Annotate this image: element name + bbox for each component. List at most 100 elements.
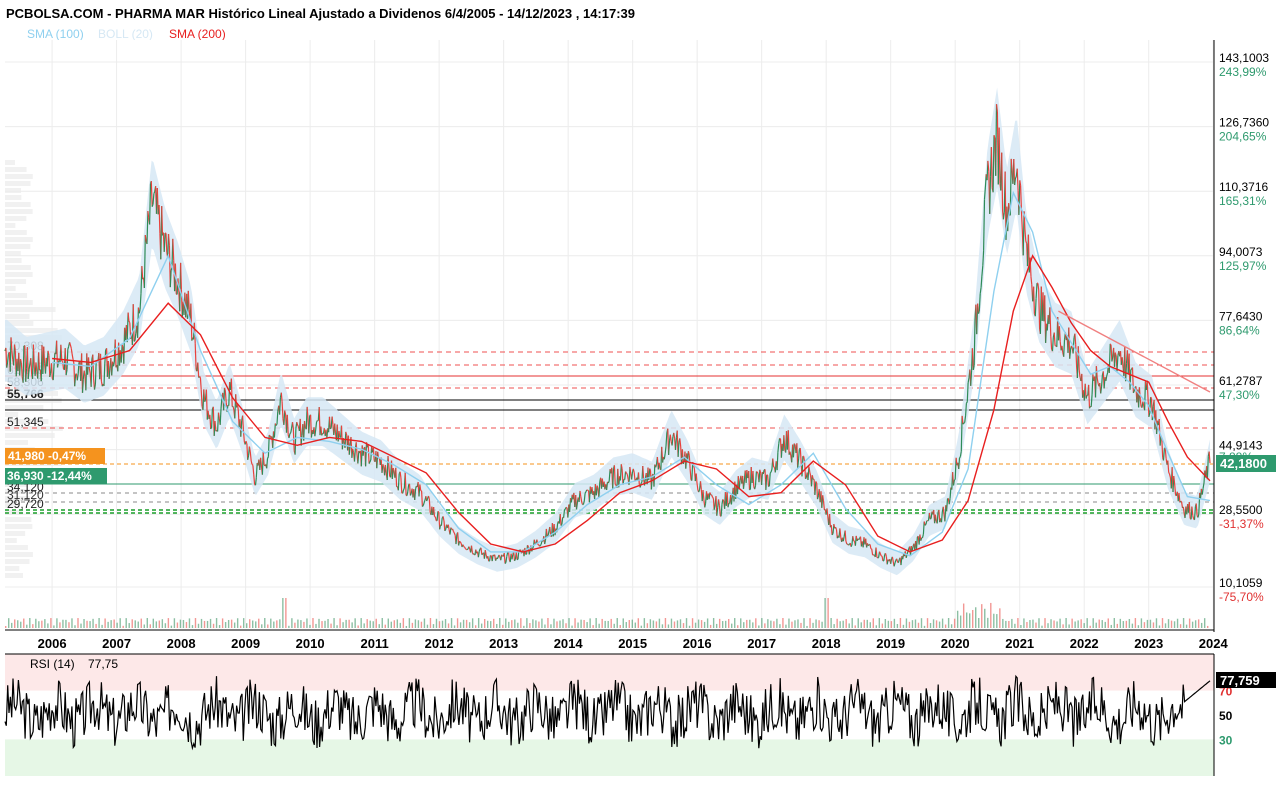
volume-bar <box>644 618 645 628</box>
price-segment <box>460 541 461 542</box>
volume-bar <box>1026 622 1027 628</box>
volume-bar <box>981 604 982 628</box>
price-segment <box>465 547 466 549</box>
volume-bar <box>930 623 931 628</box>
volume-bar <box>809 618 810 628</box>
price-segment <box>614 465 615 484</box>
volume-bar <box>439 621 440 628</box>
price-segment <box>832 534 833 535</box>
price-segment <box>966 403 967 415</box>
price-segment <box>771 470 772 473</box>
volume-bar <box>237 618 238 628</box>
rsi-plot: RSI (14)77,7570503077,759 <box>5 654 1276 776</box>
price-segment <box>926 521 927 525</box>
volume-bar <box>900 618 901 628</box>
volume-bar <box>1177 619 1178 628</box>
price-segment <box>540 544 541 546</box>
volume-bar <box>827 598 828 628</box>
price-segment <box>621 464 622 469</box>
volume-bar <box>1077 620 1078 628</box>
volume-bar <box>987 618 988 628</box>
price-segment <box>71 348 72 354</box>
volume-bar <box>204 621 205 628</box>
price-segment <box>699 489 700 492</box>
price-segment <box>665 446 666 453</box>
price-segment <box>424 500 425 502</box>
price-segment <box>1011 159 1012 170</box>
volume-bar <box>1201 623 1202 628</box>
y-pct-label: 243,99% <box>1219 65 1267 79</box>
volume-bar <box>960 616 961 628</box>
volume-profile-bar <box>5 573 23 578</box>
volume-bar <box>147 618 148 628</box>
volume-bar <box>457 618 458 628</box>
price-segment <box>1020 180 1021 185</box>
price-segment <box>882 556 883 561</box>
price-segment <box>453 531 454 533</box>
price-segment <box>713 497 714 498</box>
volume-bar <box>255 621 256 628</box>
price-segment <box>502 555 503 556</box>
price-segment <box>355 449 356 461</box>
price-segment <box>396 468 397 487</box>
volume-bar <box>864 620 865 628</box>
price-segment <box>78 362 79 373</box>
volume-bar <box>62 620 63 628</box>
price-segment <box>827 508 828 516</box>
volume-bar <box>767 619 768 628</box>
volume-bar <box>186 622 187 628</box>
volume-bar <box>845 619 846 628</box>
volume-bar <box>535 620 536 628</box>
volume-bar <box>1053 620 1054 628</box>
volume-bar <box>1174 621 1175 628</box>
price-segment <box>205 400 206 402</box>
orange-badge-label: 41,980 -0,47% <box>8 449 86 463</box>
volume-bar <box>761 618 762 628</box>
volume-bar <box>1071 619 1072 628</box>
price-segment <box>672 437 673 446</box>
y-tick-label: 94,0073 <box>1219 245 1263 259</box>
y-pct-label: 86,64% <box>1219 323 1260 337</box>
volume-bar <box>870 622 871 628</box>
volume-bar <box>442 621 443 628</box>
price-segment <box>514 552 515 561</box>
volume-bar <box>550 624 551 628</box>
legend-item: BOLL (20) <box>98 27 153 41</box>
price-segment <box>810 472 811 476</box>
volume-profile-bar <box>5 314 30 319</box>
volume-bar <box>505 618 506 628</box>
price-segment <box>1064 340 1065 357</box>
price-segment <box>330 428 331 429</box>
volume-bar <box>300 620 301 628</box>
price-segment <box>1034 287 1035 314</box>
price-segment <box>438 511 439 512</box>
price-segment <box>1133 391 1134 393</box>
volume-profile-bar <box>5 174 33 179</box>
price-segment <box>516 553 517 560</box>
volume-bar <box>791 622 792 628</box>
volume-bar <box>47 623 48 628</box>
volume-bar <box>656 621 657 628</box>
price-segment <box>115 340 116 368</box>
volume-bar <box>11 623 12 628</box>
volume-bar <box>1086 618 1087 628</box>
price-segment <box>750 489 751 490</box>
price-segment <box>1112 357 1113 362</box>
y-tick-label: 110,3716 <box>1219 180 1268 194</box>
volume-profile-bar <box>5 258 22 263</box>
volume-bar <box>969 613 970 628</box>
price-segment <box>878 558 879 559</box>
volume-bar <box>192 625 193 628</box>
volume-profile-bar <box>5 251 21 256</box>
volume-bar <box>412 623 413 628</box>
price-segment <box>990 176 991 214</box>
price-segment <box>251 461 252 464</box>
volume-bar <box>788 619 789 628</box>
volume-bar <box>409 618 410 628</box>
volume-bar <box>1192 622 1193 628</box>
volume-bar <box>252 621 253 628</box>
rsi-oversold-zone <box>5 739 1214 776</box>
volume-bar <box>59 622 60 628</box>
volume-bar <box>695 623 696 628</box>
price-segment <box>243 416 244 430</box>
